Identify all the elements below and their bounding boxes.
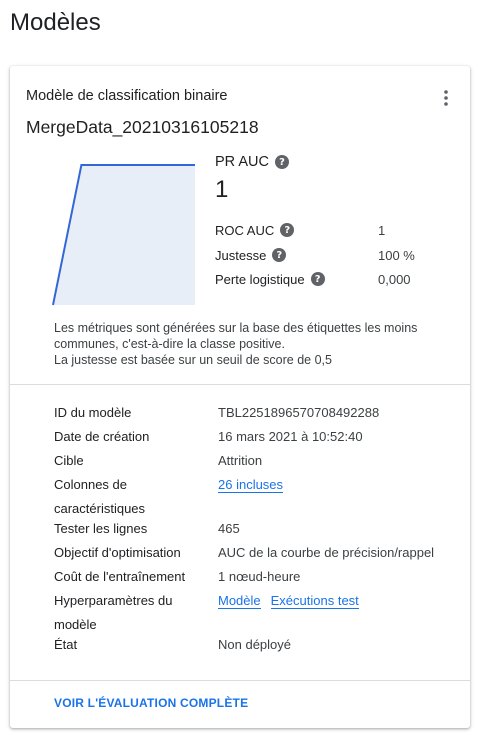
detail-label: Cible bbox=[54, 453, 84, 468]
detail-label: Hyperparamètres du modèle bbox=[54, 593, 173, 632]
metric-label: ROC AUC bbox=[215, 222, 275, 238]
detail-label: Tester les lignes bbox=[54, 521, 148, 536]
model-card: Modèle de classification binaire MergeDa… bbox=[10, 66, 470, 728]
detail-value: TBL2251896570708492288 bbox=[218, 405, 380, 420]
divider bbox=[10, 680, 470, 681]
metric-label: Perte logistique bbox=[215, 271, 305, 287]
metrics-note: Les métriques sont générées sur la base … bbox=[54, 320, 454, 368]
detail-label: Colonnes de caractéristiques bbox=[54, 477, 146, 516]
pr-curve-area bbox=[53, 165, 195, 305]
metric-row-accuracy: Justesse? 100 % bbox=[215, 245, 455, 265]
detail-label: Date de création bbox=[54, 429, 150, 444]
detail-label: ID du modèle bbox=[54, 405, 132, 420]
detail-label: État bbox=[54, 637, 78, 652]
pr-auc-label: PR AUC bbox=[215, 154, 269, 170]
pr-auc-label-group: PR AUC ? bbox=[215, 154, 289, 170]
page-title: Modèles bbox=[10, 9, 101, 36]
metric-row-log-loss: Perte logistique? 0,000 bbox=[215, 269, 455, 289]
model-link[interactable]: Modèle bbox=[218, 593, 261, 609]
detail-value: Non déployé bbox=[218, 637, 291, 652]
detail-value: 465 bbox=[218, 521, 240, 536]
metrics-note-line: Les métriques sont générées sur la base … bbox=[54, 321, 418, 351]
model-type-label: Modèle de classification binaire bbox=[26, 88, 228, 104]
detail-row-features: Colonnes de caractéristiques 26 incluses bbox=[54, 473, 454, 521]
help-icon[interactable]: ? bbox=[272, 248, 287, 262]
detail-label: Coût de l'entraînement bbox=[54, 569, 186, 584]
detail-label: Objectif d'optimisation bbox=[54, 545, 181, 560]
metric-value: 0,000 bbox=[378, 271, 411, 287]
metric-row-roc-auc: ROC AUC? 1 bbox=[215, 220, 455, 240]
detail-value: 16 mars 2021 à 10:52:40 bbox=[218, 429, 363, 444]
help-icon[interactable]: ? bbox=[275, 155, 289, 169]
metrics-note-line: La justesse est basée sur un seuil de sc… bbox=[54, 353, 332, 367]
test-runs-link[interactable]: Exécutions test bbox=[270, 593, 359, 609]
detail-value: 1 nœud-heure bbox=[218, 569, 301, 584]
divider bbox=[10, 384, 470, 385]
model-name: MergeData_20210316105218 bbox=[26, 117, 259, 137]
metric-value: 100 % bbox=[378, 247, 415, 263]
pr-curve-chart bbox=[52, 164, 195, 306]
help-icon[interactable]: ? bbox=[310, 272, 325, 286]
detail-value: AUC de la courbe de précision/rappel bbox=[218, 545, 435, 560]
detail-value: Attrition bbox=[218, 453, 263, 468]
more-options-button[interactable] bbox=[436, 88, 456, 108]
help-icon[interactable]: ? bbox=[280, 223, 295, 237]
features-link[interactable]: 26 incluses bbox=[218, 477, 284, 493]
detail-row-hyperparameters: Hyperparamètres du modèle Modèle Exécutio… bbox=[54, 589, 454, 637]
more-vert-icon bbox=[444, 90, 448, 106]
pr-auc-value: 1 bbox=[215, 176, 229, 203]
metric-value: 1 bbox=[378, 222, 386, 238]
metric-label: Justesse bbox=[215, 247, 267, 263]
view-full-evaluation-button[interactable]: VOIR L'ÉVALUATION COMPLÈTE bbox=[54, 696, 248, 710]
